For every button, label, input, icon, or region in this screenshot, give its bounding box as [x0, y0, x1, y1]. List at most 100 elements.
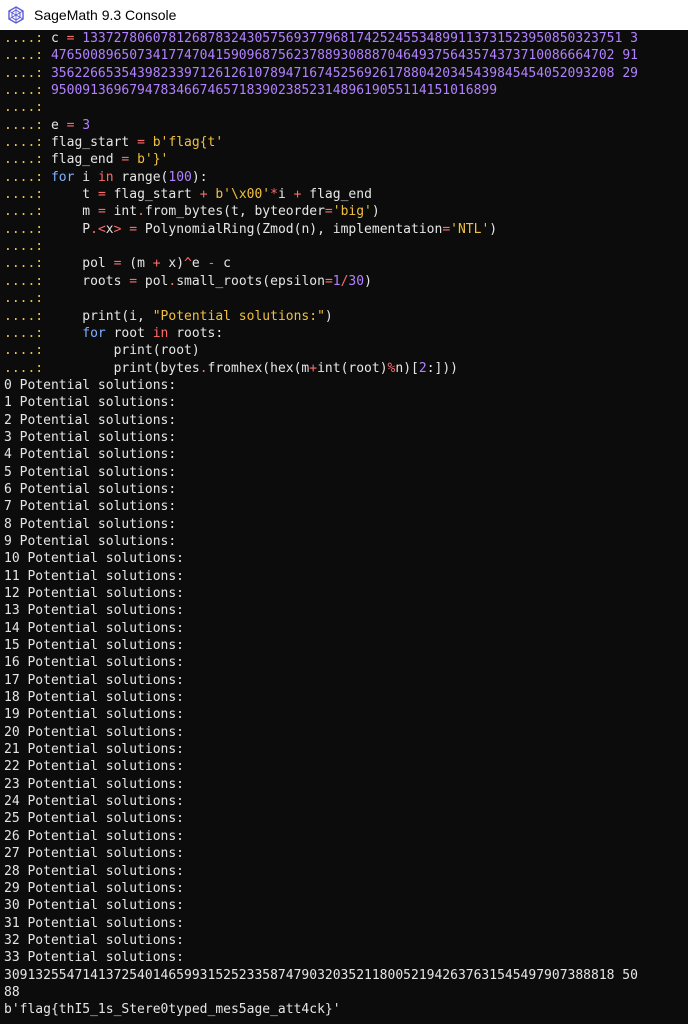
- code-token: 9500913696794783466746571839023852314896…: [50, 83, 498, 99]
- code-token: 88: [4, 984, 20, 1000]
- console-line: 10 Potential solutions:: [4, 550, 688, 567]
- window-titlebar: SageMath 9.3 Console: [0, 0, 688, 30]
- continuation-prompt: ....:: [4, 135, 51, 151]
- code-token: 3091325547141372540146599315252335874790…: [4, 967, 638, 983]
- console-line: 0 Potential solutions:: [4, 377, 688, 394]
- code-token: flag_start: [105, 187, 200, 203]
- code-token: small_roots(epsilon: [176, 273, 325, 289]
- code-token: print(i,: [50, 308, 153, 324]
- code-token: =: [442, 221, 451, 237]
- continuation-prompt: ....:: [4, 100, 51, 116]
- console-line: 1 Potential solutions:: [4, 394, 688, 411]
- console-line: ....:: [4, 238, 688, 255]
- code-token: flag_end: [301, 187, 372, 203]
- continuation-prompt: ....:: [4, 83, 51, 99]
- console-line: ....: print(root): [4, 342, 688, 359]
- code-token: ): [364, 273, 372, 289]
- console-line: 14 Potential solutions:: [4, 620, 688, 637]
- code-token: 26 Potential solutions:: [4, 828, 185, 844]
- code-token: c: [215, 256, 232, 272]
- code-token: =: [324, 204, 333, 220]
- continuation-prompt: ....:: [4, 273, 51, 289]
- code-token: 11 Potential solutions:: [4, 568, 185, 584]
- continuation-prompt: ....:: [4, 291, 51, 307]
- continuation-prompt: ....:: [4, 65, 51, 81]
- console-line: ....: print(bytes.fromhex(hex(m+int(root…: [4, 360, 688, 377]
- continuation-prompt: ....:: [4, 169, 51, 185]
- code-token: 24 Potential solutions:: [4, 794, 185, 810]
- code-token: for: [82, 325, 106, 341]
- continuation-prompt: ....:: [4, 117, 51, 133]
- code-token: 30 Potential solutions:: [4, 898, 185, 914]
- code-token: 17 Potential solutions:: [4, 672, 185, 688]
- continuation-prompt: ....:: [4, 152, 51, 168]
- console-line: 9 Potential solutions:: [4, 533, 688, 550]
- code-token: roots: [50, 273, 130, 289]
- continuation-prompt: ....:: [4, 360, 51, 376]
- console-line: 8 Potential solutions:: [4, 516, 688, 533]
- code-token: "Potential solutions:": [152, 308, 325, 324]
- console-line: ....: flag_end = b'}': [4, 151, 688, 168]
- console-line: ....: pol = (m + x)^e - c: [4, 255, 688, 272]
- code-token: 27 Potential solutions:: [4, 846, 185, 862]
- code-token: range(: [113, 169, 169, 185]
- code-token: .: [137, 204, 145, 220]
- console-line: 19 Potential solutions:: [4, 706, 688, 723]
- console-line: 4 Potential solutions:: [4, 446, 688, 463]
- console-line: 13 Potential solutions:: [4, 602, 688, 619]
- code-token: print(bytes: [50, 360, 200, 376]
- code-token: =: [324, 273, 333, 289]
- console-line: 3091325547141372540146599315252335874790…: [4, 967, 688, 984]
- code-token: ): [371, 204, 380, 220]
- code-token: 0 Potential solutions:: [4, 377, 177, 393]
- console-line: ....:: [4, 290, 688, 307]
- continuation-prompt: ....:: [4, 31, 51, 46]
- code-token: 28 Potential solutions:: [4, 863, 185, 879]
- code-token: +: [152, 256, 161, 272]
- console-line: 7 Potential solutions:: [4, 498, 688, 515]
- code-token: (m: [121, 256, 153, 272]
- console-line: ....: m = int.from_bytes(t, byteorder='b…: [4, 203, 688, 220]
- console-output[interactable]: ....: c = 133727806078126878324305756937…: [0, 30, 688, 1024]
- code-token: pol: [137, 273, 169, 289]
- code-token: 16 Potential solutions:: [4, 655, 185, 671]
- code-token: 1 Potential solutions:: [4, 395, 177, 411]
- console-line: ....: flag_start = b'flag{t': [4, 134, 688, 151]
- code-token: b'flag{thI5_1s_Stere0typed_mes5age_att4c…: [4, 1002, 341, 1018]
- console-line: 32 Potential solutions:: [4, 932, 688, 949]
- code-token: 2: [418, 360, 427, 376]
- code-token: .: [199, 360, 208, 376]
- console-line: ....: roots = pol.small_roots(epsilon=1/…: [4, 273, 688, 290]
- code-token: 8 Potential solutions:: [4, 516, 177, 532]
- code-token: 3 Potential solutions:: [4, 429, 177, 445]
- console-line: ....: e = 3: [4, 117, 688, 134]
- code-token: from_bytes(t, byteorder: [144, 204, 325, 220]
- console-line: 16 Potential solutions:: [4, 654, 688, 671]
- continuation-prompt: ....:: [4, 343, 51, 359]
- code-token: 29 Potential solutions:: [4, 880, 185, 896]
- code-token: 5 Potential solutions:: [4, 464, 177, 480]
- continuation-prompt: ....:: [4, 256, 51, 272]
- console-line: 21 Potential solutions:: [4, 741, 688, 758]
- code-token: int: [105, 204, 138, 220]
- continuation-prompt: ....:: [4, 187, 51, 203]
- console-line: ....: P.<x> = PolynomialRing(Zmod(n), im…: [4, 221, 688, 238]
- code-token: ):: [191, 169, 208, 185]
- code-token: e: [50, 117, 67, 133]
- code-token: =: [129, 273, 138, 289]
- code-token: ): [489, 221, 498, 237]
- console-line: 6 Potential solutions:: [4, 481, 688, 498]
- code-token: =: [129, 221, 138, 237]
- code-token: 12 Potential solutions:: [4, 586, 185, 601]
- code-token: 9 Potential solutions:: [4, 533, 177, 549]
- code-token: <: [97, 221, 106, 237]
- code-token: 10 Potential solutions:: [4, 551, 185, 567]
- console-line: 33 Potential solutions:: [4, 949, 688, 966]
- code-token: b'flag{t': [152, 135, 224, 151]
- code-token: 100: [168, 169, 192, 185]
- code-token: *: [270, 187, 278, 203]
- console-line: ....: t = flag_start + b'\x00'*i + flag_…: [4, 186, 688, 203]
- console-line: 2 Potential solutions:: [4, 412, 688, 429]
- code-token: in: [152, 325, 169, 341]
- code-token: 22 Potential solutions:: [4, 759, 185, 775]
